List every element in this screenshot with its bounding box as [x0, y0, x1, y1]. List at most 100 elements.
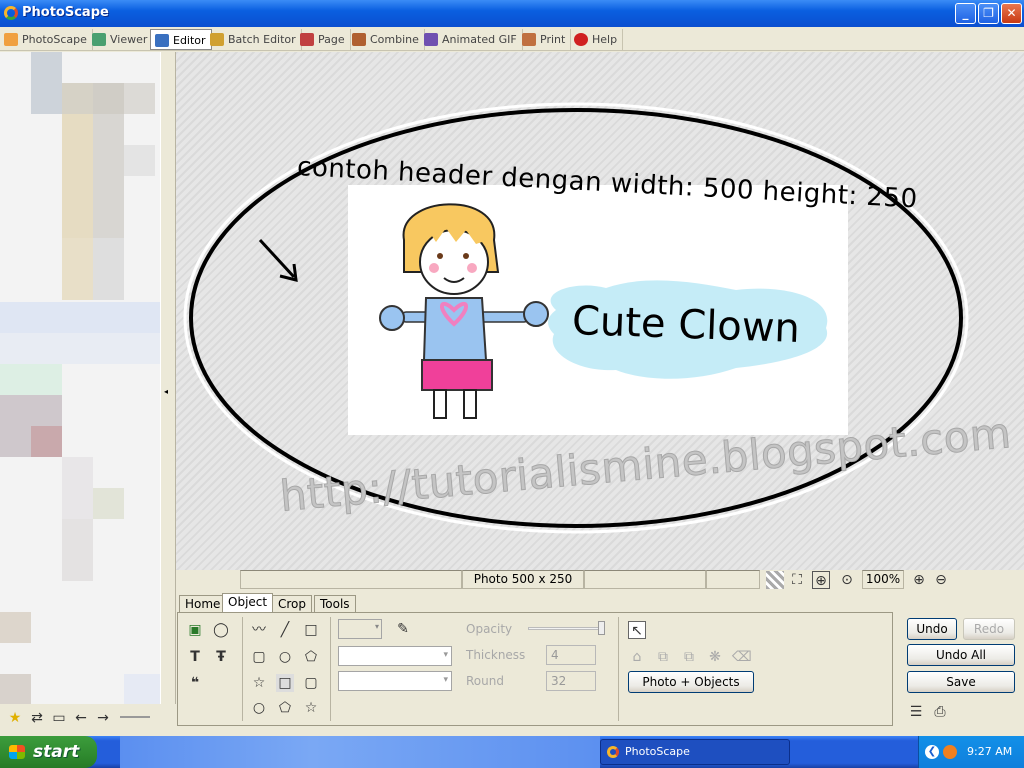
insert-photo-icon[interactable]: ▣: [186, 621, 204, 639]
tab-editor[interactable]: Editor: [150, 29, 212, 50]
fit-icon[interactable]: ⛶: [788, 571, 806, 589]
tab-label: Animated GIF: [442, 33, 517, 46]
zoom-fit-icon[interactable]: ⊙: [838, 571, 856, 589]
star-shape-icon[interactable]: ☆: [250, 674, 268, 692]
text-effect-icon[interactable]: Ŧ: [212, 648, 230, 666]
line-style-select[interactable]: ▾: [338, 646, 452, 666]
star-outline-icon[interactable]: ☆: [302, 699, 320, 717]
round-stepper[interactable]: 32: [546, 671, 596, 691]
tab-object[interactable]: Object: [222, 593, 274, 613]
photo-objects-button[interactable]: Photo + Objects: [628, 671, 754, 693]
thumbnail[interactable]: [124, 145, 155, 176]
thumbnail[interactable]: [62, 238, 93, 300]
tab-animated-gif[interactable]: Animated GIF: [420, 29, 523, 50]
freehand-icon[interactable]: 〰: [250, 621, 268, 639]
tab-help[interactable]: Help: [570, 29, 624, 50]
opacity-slider[interactable]: [528, 627, 604, 630]
panel-splitter[interactable]: ◂: [160, 52, 176, 704]
thumbnail[interactable]: [0, 333, 160, 364]
color-picker[interactable]: ▾: [338, 619, 382, 639]
ellipse-icon[interactable]: ○: [250, 699, 268, 717]
editor-canvas[interactable]: contoh header dengan width: 500 height: …: [176, 52, 1024, 570]
tray-app-icon[interactable]: [943, 745, 957, 759]
thumbnail[interactable]: [0, 612, 31, 643]
maximize-button[interactable]: ❐: [978, 3, 999, 24]
undo-button[interactable]: Undo: [907, 618, 957, 640]
tab-photoscape[interactable]: PhotoScape: [0, 29, 93, 50]
tab-label: Page: [318, 33, 345, 46]
eyedropper-icon[interactable]: ✎: [394, 620, 412, 638]
polygon-icon[interactable]: ⬠: [276, 699, 294, 717]
select-pointer-icon[interactable]: ↖: [628, 621, 646, 639]
undo-all-button[interactable]: Undo All: [907, 644, 1015, 666]
thumbnail[interactable]: [93, 238, 124, 300]
zoom-out-icon[interactable]: ⊖: [932, 571, 950, 589]
start-button[interactable]: start: [0, 736, 97, 768]
thumbnail-size-slider[interactable]: [120, 716, 150, 718]
thumbnail-panel[interactable]: [0, 52, 160, 704]
tab-batch-editor[interactable]: Batch Editor: [206, 29, 302, 50]
tab-print[interactable]: Print: [518, 29, 572, 50]
folder-icon[interactable]: ▭: [50, 709, 68, 727]
thumbnail[interactable]: [0, 302, 160, 333]
line-icon[interactable]: ╱: [276, 621, 294, 639]
close-button[interactable]: ✕: [1001, 3, 1022, 24]
thumbnail[interactable]: [0, 364, 62, 395]
printer-icon[interactable]: ⎙: [931, 703, 949, 721]
circle-icon[interactable]: ○: [276, 648, 294, 666]
thumbnail[interactable]: [62, 83, 93, 114]
thickness-stepper[interactable]: 4: [546, 645, 596, 665]
thumbnail[interactable]: [124, 83, 155, 114]
pentagon-icon[interactable]: ⬠: [302, 648, 320, 666]
layout-icon[interactable]: ☰: [907, 703, 925, 721]
collapse-arrow-icon[interactable]: ◂: [164, 387, 168, 396]
send-backward-icon[interactable]: ⧉: [680, 648, 698, 666]
thumbnail[interactable]: [93, 83, 124, 114]
app-logo-icon: [607, 746, 619, 758]
thumbnail[interactable]: [62, 519, 93, 581]
tab-crop[interactable]: Crop: [272, 595, 313, 613]
transparency-icon[interactable]: [766, 571, 784, 589]
rectangle-icon[interactable]: □: [302, 621, 320, 639]
redo-button[interactable]: Redo: [963, 618, 1015, 640]
thumbnail[interactable]: [0, 674, 31, 704]
save-button[interactable]: Save: [907, 671, 1015, 693]
divider: [618, 617, 619, 721]
tab-page[interactable]: Page: [296, 29, 351, 50]
thumbnail[interactable]: [93, 114, 124, 238]
title-bar[interactable]: PhotoScape _ ❐ ✕: [0, 0, 1024, 27]
folder-up-icon[interactable]: ⇄: [28, 709, 46, 727]
thumbnail[interactable]: [124, 674, 160, 704]
tray-expand-icon[interactable]: ❮: [925, 745, 939, 759]
zoom-in-icon[interactable]: ⊕: [910, 571, 928, 589]
text-icon[interactable]: T: [186, 648, 204, 666]
fill-style-select[interactable]: ▾: [338, 671, 452, 691]
star-icon[interactable]: ★: [6, 709, 24, 727]
bring-forward-icon[interactable]: ⧉: [654, 648, 672, 666]
thumbnail[interactable]: [62, 114, 93, 238]
object-tool-icon[interactable]: ⌂: [628, 648, 646, 666]
tab-combine[interactable]: Combine: [348, 29, 425, 50]
thumbnail[interactable]: [93, 488, 124, 519]
tab-tools[interactable]: Tools: [314, 595, 356, 613]
group-icon[interactable]: ❋: [706, 648, 724, 666]
thumbnail[interactable]: [31, 52, 62, 114]
zoom-actual-icon[interactable]: ⊕: [812, 571, 830, 589]
thumbnail[interactable]: [31, 426, 62, 457]
minimize-button[interactable]: _: [955, 3, 976, 24]
quote-icon[interactable]: ❝: [186, 674, 204, 692]
speech-bubble-icon[interactable]: ◯: [212, 621, 230, 639]
rounded-square-icon[interactable]: ▢: [302, 674, 320, 692]
tab-home[interactable]: Home: [179, 595, 227, 613]
back-icon[interactable]: ←: [72, 709, 90, 727]
rounded-rectangle-icon[interactable]: ▢: [250, 648, 268, 666]
delete-object-icon[interactable]: ⌫: [732, 648, 752, 666]
clock[interactable]: 9:27 AM: [967, 745, 1012, 758]
tab-viewer[interactable]: Viewer: [88, 29, 154, 50]
chevron-down-icon: ▾: [443, 650, 448, 660]
opacity-slider-thumb[interactable]: [598, 621, 605, 635]
forward-icon[interactable]: →: [94, 709, 112, 727]
thumbnail[interactable]: [62, 457, 93, 519]
filled-rectangle-icon[interactable]: □: [276, 674, 294, 692]
taskbar-item-photoscape[interactable]: PhotoScape: [600, 739, 790, 765]
